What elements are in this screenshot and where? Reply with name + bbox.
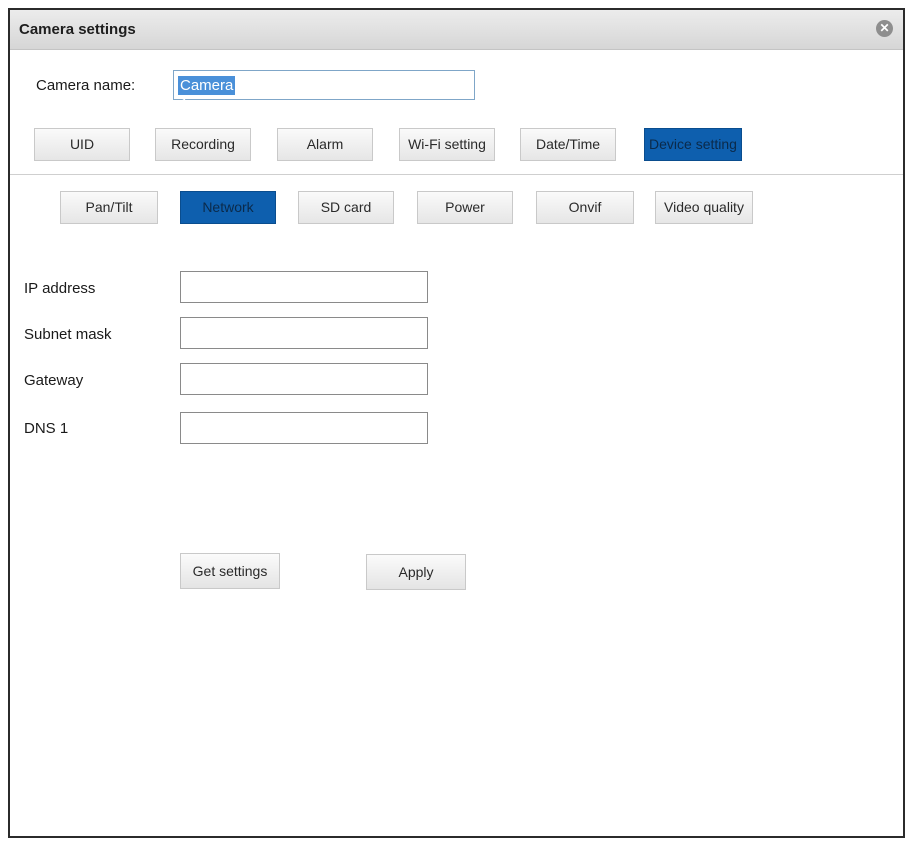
- dialog-title: Camera settings: [19, 21, 136, 38]
- camera-name-input[interactable]: [173, 70, 475, 100]
- tab-network[interactable]: Network: [180, 191, 276, 224]
- camera-name-label: Camera name:: [36, 77, 136, 94]
- tab-sd-card[interactable]: SD card: [298, 191, 394, 224]
- tab-recording[interactable]: Recording: [155, 128, 251, 161]
- tab-power[interactable]: Power: [417, 191, 513, 224]
- subnet-mask-label: Subnet mask: [24, 326, 112, 343]
- gateway-label: Gateway: [24, 372, 84, 389]
- tab-pan-tilt[interactable]: Pan/Tilt: [60, 191, 158, 224]
- tab-device-setting[interactable]: Device setting: [644, 128, 742, 161]
- tab-date-time[interactable]: Date/Time: [520, 128, 616, 161]
- tab-wifi-setting[interactable]: Wi-Fi setting: [399, 128, 495, 161]
- tab-divider: [10, 174, 903, 175]
- title-bar: Camera settings ✕: [10, 10, 903, 50]
- tab-uid[interactable]: UID: [34, 128, 130, 161]
- ip-address-input[interactable]: [180, 271, 428, 303]
- close-icon[interactable]: ✕: [876, 20, 893, 37]
- camera-settings-dialog: Camera settings ✕ Camera name: Camera 1 …: [8, 8, 905, 838]
- ip-address-label: IP address: [24, 280, 96, 297]
- dns-1-input[interactable]: [180, 412, 428, 444]
- apply-button[interactable]: Apply: [366, 554, 466, 590]
- subnet-mask-input[interactable]: [180, 317, 428, 349]
- dns-1-label: DNS 1: [24, 420, 69, 437]
- tab-onvif[interactable]: Onvif: [536, 191, 634, 224]
- gateway-input[interactable]: [180, 363, 428, 395]
- tab-video-quality[interactable]: Video quality: [655, 191, 753, 224]
- tab-alarm[interactable]: Alarm: [277, 128, 373, 161]
- get-settings-button[interactable]: Get settings: [180, 553, 280, 589]
